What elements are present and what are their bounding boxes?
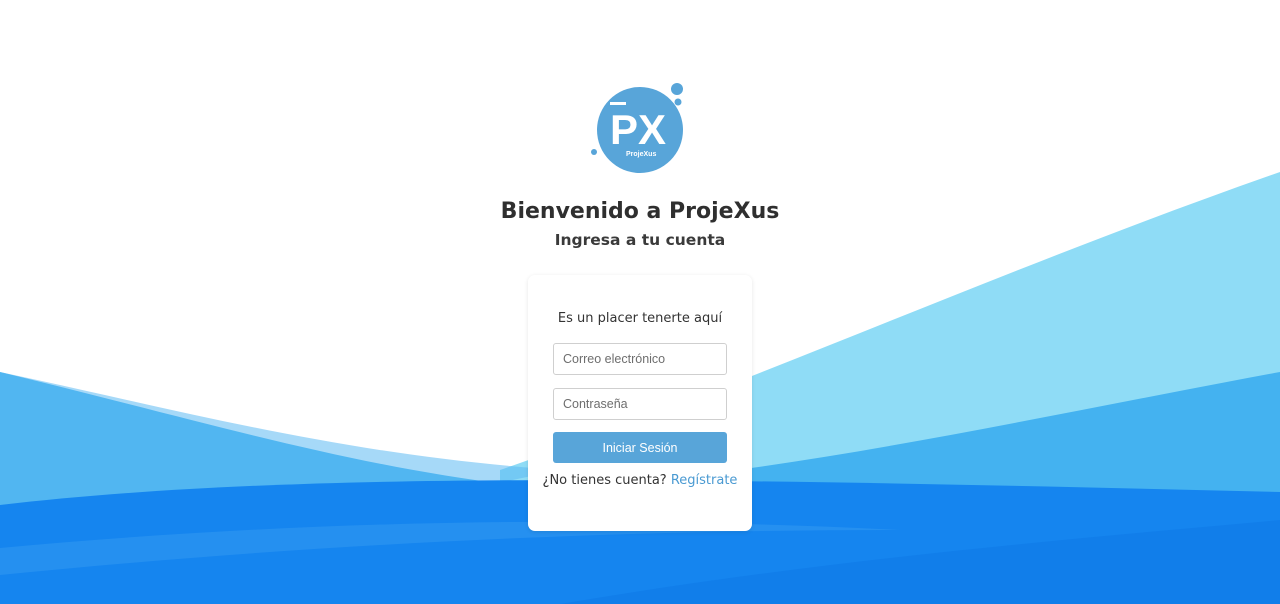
logo-wordmark: ProjeXus [626, 151, 656, 158]
signup-link[interactable]: Regístrate [671, 473, 738, 488]
login-button[interactable]: Iniciar Sesión [553, 432, 727, 463]
login-page: PX ProjeXus Bienvenido a ProjeXus Ingres… [0, 0, 1280, 604]
signup-prompt: ¿No tienes cuenta? [542, 473, 667, 488]
email-field[interactable] [553, 343, 727, 375]
page-title: Bienvenido a ProjeXus [500, 199, 780, 224]
logo-initials: PX [610, 106, 666, 153]
page-subtitle: Ingresa a tu cuenta [554, 231, 726, 249]
welcome-text: Es un placer tenerte aquí [557, 311, 723, 326]
login-card: Es un placer tenerte aquí Iniciar Sesión… [528, 275, 752, 531]
projexus-logo: PX ProjeXus [591, 83, 683, 173]
password-field[interactable] [553, 388, 727, 420]
signup-row: ¿No tienes cuenta? Regístrate [528, 473, 752, 488]
